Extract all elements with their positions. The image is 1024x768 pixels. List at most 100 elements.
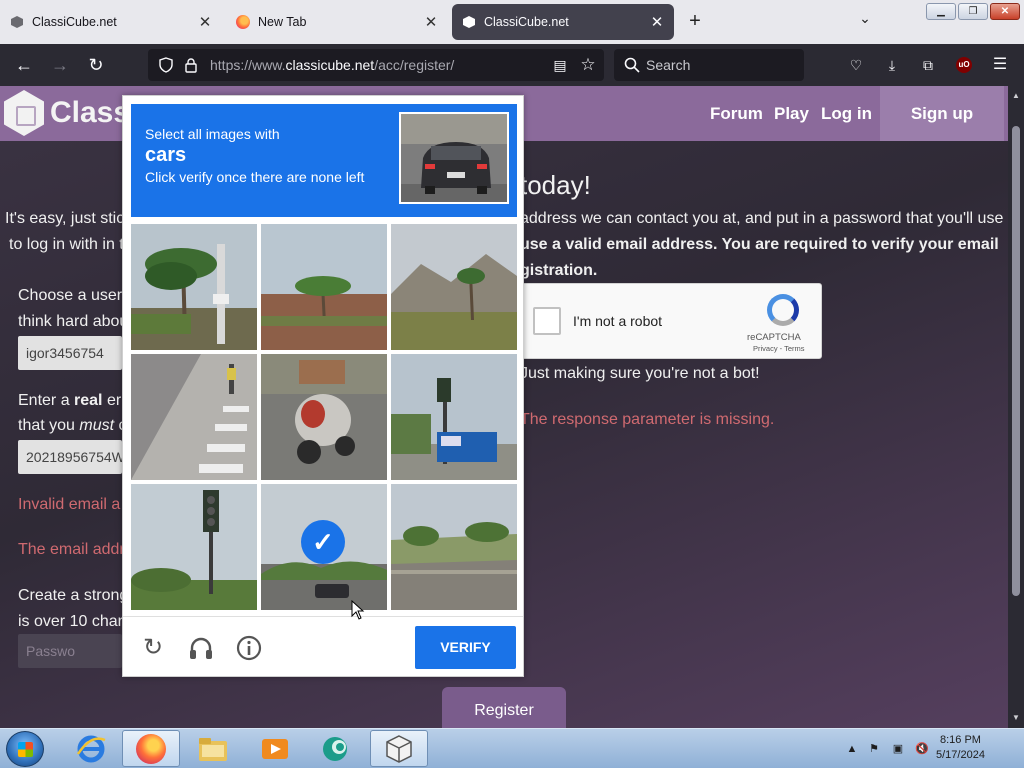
classicube-logo-icon[interactable] xyxy=(4,90,44,136)
intro-text: to log in with in t xyxy=(9,236,124,253)
image-tile[interactable] xyxy=(391,484,517,610)
ublock-icon[interactable]: uO xyxy=(956,57,972,73)
tab-classicube-active[interactable]: ClassiCube.net ✕ xyxy=(452,4,674,40)
minimize-button[interactable]: ▁ xyxy=(926,3,956,20)
bookmark-star-icon[interactable]: ☆ xyxy=(578,55,598,75)
pocket-icon[interactable]: ♡ xyxy=(846,55,866,75)
shield-icon[interactable] xyxy=(158,57,174,73)
image-tile[interactable] xyxy=(391,354,517,480)
image-tile-selected[interactable]: ✓ xyxy=(261,484,387,610)
downloads-icon[interactable]: ⤓ xyxy=(882,55,902,75)
classicube-icon[interactable] xyxy=(370,730,428,767)
clock[interactable]: 8:16 PM 5/17/2024 xyxy=(936,733,985,763)
email-field[interactable]: 20218956754W xyxy=(18,440,122,474)
email-prompt: Enter a real er xyxy=(18,392,122,409)
recaptcha-checkbox[interactable] xyxy=(533,307,561,335)
tab-classicube-1[interactable]: ClassiCube.net ✕ xyxy=(0,4,222,40)
firefox-icon[interactable] xyxy=(122,730,180,767)
image-tile[interactable] xyxy=(261,354,387,480)
cursor-icon xyxy=(351,600,365,620)
restore-button[interactable]: ❐ xyxy=(958,3,988,20)
page-title: today! xyxy=(520,170,591,200)
email-prompt: that you must c xyxy=(18,417,127,434)
image-tile[interactable] xyxy=(131,484,257,610)
forward-icon[interactable]: → xyxy=(48,53,72,77)
challenge-header: Select all images with cars Click verify… xyxy=(131,104,517,217)
url-text[interactable]: https://www.classicube.net/acc/register/ xyxy=(210,57,454,73)
new-tab-button[interactable]: + xyxy=(684,10,706,32)
image-tile[interactable] xyxy=(391,224,517,350)
action-center-flag-icon[interactable]: ⚑ xyxy=(866,741,882,757)
nav-login[interactable]: Log in xyxy=(821,104,872,124)
taskbar: ▲ ⚑ ▣ 🔇 8:16 PM 5/17/2024 xyxy=(0,728,1024,768)
explorer-icon[interactable] xyxy=(184,730,242,767)
ie-icon[interactable] xyxy=(62,730,120,767)
intro-text: It's easy, just stic xyxy=(5,210,125,227)
challenge-instruction: Click verify once there are none left xyxy=(145,169,365,185)
url-bar[interactable]: https://www.classicube.net/acc/register/… xyxy=(148,49,604,81)
challenge-instruction: Select all images with xyxy=(145,126,280,142)
password-field[interactable]: Passwo xyxy=(18,634,122,668)
scroll-down-icon[interactable]: ▼ xyxy=(1010,712,1022,724)
navigation-toolbar: ← → ↻ https://www.classicube.net/acc/reg… xyxy=(0,44,1024,86)
image-tile[interactable] xyxy=(131,354,257,480)
username-field[interactable]: igor3456754 xyxy=(18,336,122,370)
email-error: Invalid email a xyxy=(18,496,121,513)
nav-play[interactable]: Play xyxy=(774,104,809,124)
back-icon[interactable]: ← xyxy=(12,53,36,77)
email-error: The email addr xyxy=(18,541,125,558)
show-hidden-icons-icon[interactable]: ▲ xyxy=(844,741,860,757)
classicube-icon xyxy=(10,15,24,29)
scroll-thumb[interactable] xyxy=(1012,126,1020,596)
reload-icon[interactable]: ↻ xyxy=(84,53,108,77)
info-icon[interactable] xyxy=(235,634,263,662)
divider xyxy=(123,616,523,617)
image-tile[interactable] xyxy=(131,224,257,350)
list-all-tabs-button[interactable]: ⌄ xyxy=(854,10,876,32)
close-icon[interactable]: ✕ xyxy=(196,13,214,31)
lock-icon[interactable] xyxy=(184,57,198,73)
recaptcha-links[interactable]: Privacy - Terms xyxy=(753,344,805,353)
register-button[interactable]: Register xyxy=(442,687,566,728)
page-scrollbar[interactable]: ▲ ▼ xyxy=(1008,86,1024,728)
captcha-error: The response parameter is missing. xyxy=(520,411,775,428)
menu-icon[interactable]: ☰ xyxy=(990,55,1010,75)
reader-view-icon[interactable]: ▤ xyxy=(550,55,570,75)
verify-button[interactable]: VERIFY xyxy=(415,626,516,669)
recaptcha-brand: reCAPTCHA xyxy=(747,332,801,343)
challenge-image-grid: ✓ xyxy=(131,224,517,610)
close-icon[interactable]: ✕ xyxy=(648,13,666,31)
nav-forum[interactable]: Forum xyxy=(710,104,763,124)
scroll-up-icon[interactable]: ▲ xyxy=(1010,90,1022,102)
search-icon xyxy=(624,57,640,73)
network-icon[interactable]: ▣ xyxy=(890,741,906,757)
window-close-button[interactable]: ✕ xyxy=(990,3,1020,20)
close-icon[interactable]: ✕ xyxy=(422,13,440,31)
app-icon[interactable] xyxy=(306,730,364,767)
audio-icon[interactable] xyxy=(187,634,215,662)
reload-icon[interactable]: ↻ xyxy=(139,634,167,662)
firefox-icon xyxy=(236,15,250,29)
extensions-icon[interactable]: ⧉ xyxy=(918,55,938,75)
tab-title: New Tab xyxy=(258,15,307,29)
recaptcha-widget: I'm not a robot reCAPTCHA Privacy - Term… xyxy=(520,283,822,359)
challenge-sample-image xyxy=(399,112,509,204)
tab-bar: ClassiCube.net ✕ New Tab ✕ ClassiCube.ne… xyxy=(0,0,1024,44)
recaptcha-challenge-popup: Select all images with cars Click verify… xyxy=(122,95,524,677)
recaptcha-label: I'm not a robot xyxy=(573,313,663,329)
nav-signup[interactable]: Sign up xyxy=(880,86,1004,141)
media-player-icon[interactable] xyxy=(246,730,304,767)
start-button[interactable] xyxy=(6,731,44,767)
password-prompt: Create a strong xyxy=(18,587,129,604)
intro-text: address we can contact you at, and put i… xyxy=(520,210,1004,227)
tab-new-tab[interactable]: New Tab ✕ xyxy=(226,4,448,40)
classicube-icon xyxy=(462,15,476,29)
search-bar[interactable]: Search xyxy=(614,49,804,81)
password-prompt: is over 10 char xyxy=(18,613,123,630)
username-prompt: think hard abou xyxy=(18,313,129,330)
checkmark-icon: ✓ xyxy=(301,520,345,564)
image-tile[interactable] xyxy=(261,224,387,350)
search-placeholder: Search xyxy=(646,57,691,73)
recaptcha-logo-icon xyxy=(767,294,799,326)
volume-muted-icon[interactable]: 🔇 xyxy=(914,741,930,757)
